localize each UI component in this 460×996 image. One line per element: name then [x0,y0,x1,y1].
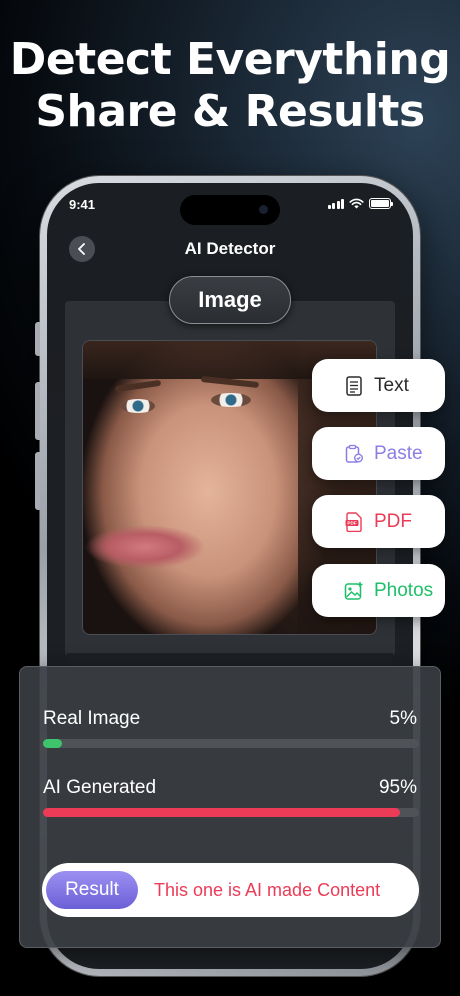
option-label: PDF [374,510,412,532]
headline-line-1: Detect Everything [9,34,451,85]
phone-action-button [35,322,40,356]
paste-icon [344,444,364,464]
pdf-icon: PDF [344,511,364,532]
headline: Detect Everything Share & Results [0,34,460,138]
dynamic-island [180,195,280,225]
photo-brow-left [114,379,162,393]
status-time: 9:41 [69,197,96,212]
option-label: Photos [374,579,434,601]
phone-volume-up-button [35,382,40,440]
ai-generated-label: AI Generated [43,777,157,798]
results-panel: Real Image 5% AI Generated 95% Result Th… [19,666,441,948]
real-image-progress-bar [43,739,62,748]
document-icon [344,375,364,396]
photos-icon [344,581,364,601]
wifi-icon [349,198,364,209]
svg-text:PDF: PDF [347,520,356,525]
real-image-label: Real Image [43,708,141,729]
option-label: Paste [374,442,423,464]
option-pdf-button[interactable]: PDF PDF [312,495,445,548]
signal-icon [327,198,344,209]
photo-eye-left [121,399,155,413]
status-icons [327,198,393,209]
camera-icon [259,205,268,214]
ai-generated-progress-track [43,808,419,817]
headline-line-2: Share & Results [35,86,425,137]
option-label: Text [374,374,409,396]
option-photos-button[interactable]: Photos [312,564,445,617]
ai-generated-progress-bar [43,808,401,817]
battery-icon [369,198,393,209]
real-image-progress-track [43,739,419,748]
phone-volume-down-button [35,452,40,510]
ai-generated-percent: 95% [378,777,417,798]
photo-eye-right [211,393,251,407]
option-paste-button[interactable]: Paste [312,427,445,480]
mode-pill-image[interactable]: Image [169,276,291,324]
option-text-button[interactable]: Text [312,359,445,412]
result-button[interactable]: Result [46,871,138,909]
result-banner: Result This one is AI made Content [42,863,419,917]
real-image-percent: 5% [389,708,417,729]
nav-title: AI Detector [184,239,276,258]
result-message: This one is AI made Content [154,879,381,900]
